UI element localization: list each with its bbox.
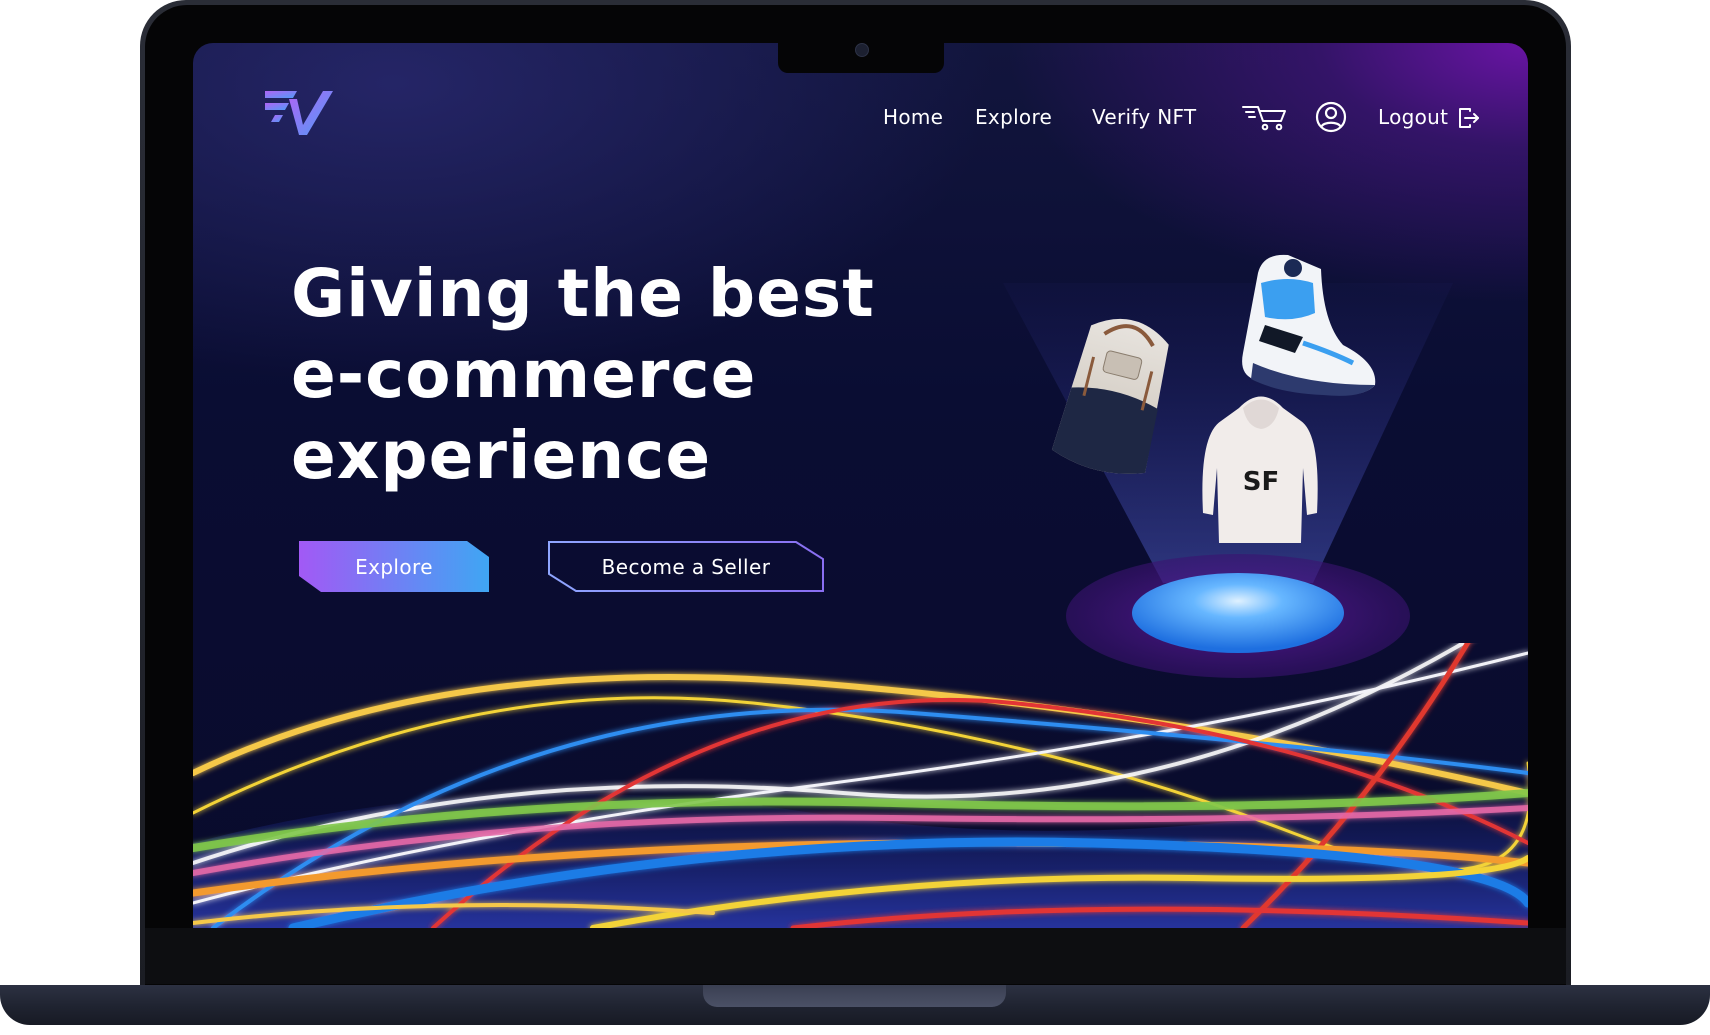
hero-title-line-3: experience <box>291 417 712 494</box>
nav-logout[interactable]: Logout <box>1378 105 1448 129</box>
platform-disc <box>1132 573 1344 653</box>
nav-verify-nft[interactable]: Verify NFT <box>1092 105 1196 129</box>
cart-icon[interactable] <box>1241 103 1287 133</box>
hero-title: Giving the best e-commerce experience <box>291 253 911 496</box>
explore-button-label: Explore <box>355 554 433 579</box>
nav-logout-label: Logout <box>1378 105 1449 129</box>
become-seller-button[interactable]: Become a Seller <box>548 541 824 592</box>
hero-title-line-2: e-commerce <box>291 336 757 413</box>
laptop-chin <box>145 928 1566 984</box>
top-navigation: Home Explore Verify NFT Logout <box>193 99 1528 139</box>
become-seller-label: Become a Seller <box>601 554 771 579</box>
camera-lens <box>855 43 869 57</box>
laptop-hinge-notch <box>703 985 1006 1007</box>
nav-explore[interactable]: Explore <box>975 105 1052 129</box>
hero-title-line-1: Giving the best <box>291 255 875 332</box>
website-screen: Home Explore Verify NFT Logout Giving th… <box>193 43 1528 928</box>
explore-button[interactable]: Explore <box>299 541 489 592</box>
hoodie-print: SF <box>1243 467 1280 497</box>
light-streaks-decoration <box>193 643 1528 928</box>
user-circle-icon[interactable] <box>1315 101 1347 133</box>
nav-home[interactable]: Home <box>883 105 943 129</box>
logout-arrow-icon[interactable] <box>1458 107 1480 129</box>
laptop-mockup: Home Explore Verify NFT Logout Giving th… <box>0 0 1710 1035</box>
product-showcase: SF <box>1003 254 1453 678</box>
